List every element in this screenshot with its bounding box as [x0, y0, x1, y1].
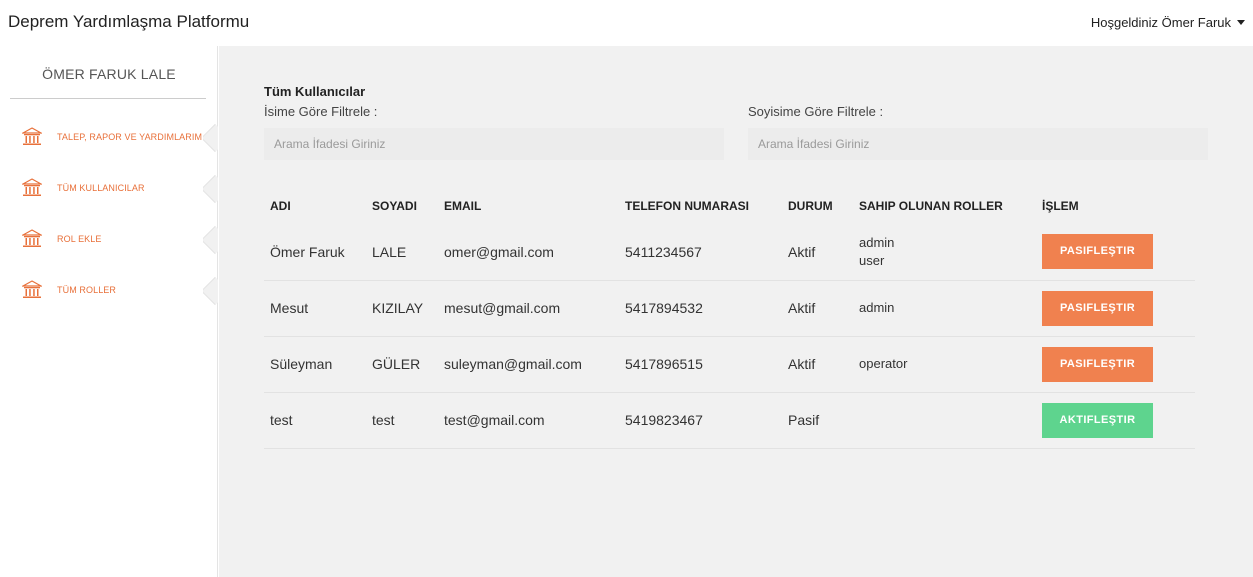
- column-header-surname: SOYADI: [372, 199, 417, 213]
- column-header-action: İŞLEM: [1042, 199, 1079, 213]
- cell-action: PASIFLEŞTIR: [1036, 280, 1195, 337]
- cell-roles: admin user: [853, 224, 1036, 281]
- welcome-text: Hoşgeldiniz Ömer Faruk: [1090, 15, 1231, 30]
- table-row: Ömer Faruk LALE omer@gmail.com 541123456…: [264, 224, 1195, 281]
- filter-surname-label: Soyisime Göre Filtrele :: [748, 104, 884, 119]
- cell-email: mesut@gmail.com: [438, 280, 619, 337]
- name-filter-input[interactable]: [264, 128, 724, 160]
- cell-status: Pasif: [782, 392, 853, 449]
- cell-name: Mesut: [264, 280, 366, 337]
- active-indicator: [203, 277, 218, 305]
- sidebar-item-label: TALEP, RAPOR VE YARDIMLARIM: [57, 132, 203, 142]
- cell-surname: KIZILAY: [366, 280, 438, 337]
- cell-action: PASIFLEŞTIR: [1036, 336, 1195, 393]
- cell-roles: [853, 392, 1036, 449]
- cell-phone: 5411234567: [619, 224, 782, 281]
- role-tag: user: [859, 252, 885, 268]
- deactivate-button[interactable]: PASIFLEŞTIR: [1042, 346, 1153, 382]
- top-navbar: Deprem Yardımlaşma Platformu Hoşgeldiniz…: [0, 0, 1253, 46]
- cell-status: Aktif: [782, 280, 853, 337]
- sidebar-item-label: ROL EKLE: [57, 234, 102, 244]
- column-header-email: EMAIL: [444, 199, 482, 213]
- sidebar-item-label: TÜM ROLLER: [57, 285, 117, 295]
- profile-name: ÖMER FARUK LALE: [42, 66, 176, 82]
- filter-name-label: İsime Göre Filtrele :: [264, 104, 378, 119]
- cell-action: AKTIFLEŞTIR: [1036, 392, 1195, 449]
- column-header-roles: SAHIP OLUNAN ROLLER: [859, 199, 1003, 213]
- user-dropdown[interactable]: Hoşgeldiniz Ömer Faruk: [1091, 15, 1245, 30]
- caret-down-icon: [1237, 20, 1245, 25]
- cell-email: suleyman@gmail.com: [438, 336, 619, 393]
- table-row: Süleyman GÜLER suleyman@gmail.com 541789…: [264, 336, 1195, 393]
- cell-name: test: [264, 392, 366, 449]
- table-header-row: ADI SOYADI EMAIL TELEFON NUMARASI DURUM …: [264, 184, 1195, 224]
- cell-email: test@gmail.com: [438, 392, 619, 449]
- cell-status: Aktif: [782, 224, 853, 281]
- cell-name: Süleyman: [264, 336, 366, 393]
- cell-surname: GÜLER: [366, 336, 438, 393]
- role-tag: admin: [859, 234, 895, 250]
- page-title: Tüm Kullanıcılar: [264, 84, 366, 99]
- cell-roles: operator: [853, 336, 1036, 393]
- sidebar-item-all-roles[interactable]: TÜM ROLLER: [0, 277, 218, 305]
- column-header-status: DURUM: [788, 199, 833, 213]
- cell-phone: 5417894532: [619, 280, 782, 337]
- cell-surname: test: [366, 392, 438, 449]
- profile-divider: [10, 98, 206, 99]
- sidebar-item-requests[interactable]: TALEP, RAPOR VE YARDIMLARIM: [0, 124, 218, 152]
- deactivate-button[interactable]: PASIFLEŞTIR: [1042, 290, 1153, 326]
- cell-status: Aktif: [782, 336, 853, 393]
- sidebar-item-label: TÜM KULLANICILAR: [57, 183, 145, 193]
- bank-icon: [22, 229, 42, 247]
- app-title[interactable]: Deprem Yardımlaşma Platformu: [8, 12, 249, 32]
- cell-email: omer@gmail.com: [438, 224, 619, 281]
- bank-icon: [22, 178, 42, 196]
- sidebar-item-add-role[interactable]: ROL EKLE: [0, 226, 218, 254]
- activate-button[interactable]: AKTIFLEŞTIR: [1042, 402, 1153, 438]
- cell-phone: 5419823467: [619, 392, 782, 449]
- main-content: Tüm Kullanıcılar İsime Göre Filtrele : S…: [219, 46, 1253, 577]
- cell-phone: 5417896515: [619, 336, 782, 393]
- bank-icon: [22, 127, 42, 145]
- table-row: test test test@gmail.com 5419823467 Pasi…: [264, 392, 1195, 449]
- column-header-name: ADI: [270, 199, 291, 213]
- role-tag: admin: [859, 300, 895, 315]
- sidebar-item-all-users[interactable]: TÜM KULLANICILAR: [0, 175, 218, 203]
- cell-action: PASIFLEŞTIR: [1036, 224, 1195, 281]
- active-indicator: [203, 226, 218, 254]
- users-table: ADI SOYADI EMAIL TELEFON NUMARASI DURUM …: [264, 184, 1195, 449]
- bank-icon: [22, 280, 42, 298]
- cell-name: Ömer Faruk: [264, 224, 366, 281]
- cell-roles: admin: [853, 280, 1036, 337]
- active-indicator: [203, 175, 218, 203]
- surname-filter-input[interactable]: [748, 128, 1208, 160]
- role-tag: operator: [859, 356, 908, 371]
- cell-surname: LALE: [366, 224, 438, 281]
- table-row: Mesut KIZILAY mesut@gmail.com 5417894532…: [264, 280, 1195, 337]
- deactivate-button[interactable]: PASIFLEŞTIR: [1042, 234, 1153, 270]
- sidebar: ÖMER FARUK LALE TALEP, RAPOR VE YARDIMLA…: [0, 46, 218, 577]
- active-indicator: [203, 124, 218, 152]
- column-header-phone: TELEFON NUMARASI: [625, 199, 749, 213]
